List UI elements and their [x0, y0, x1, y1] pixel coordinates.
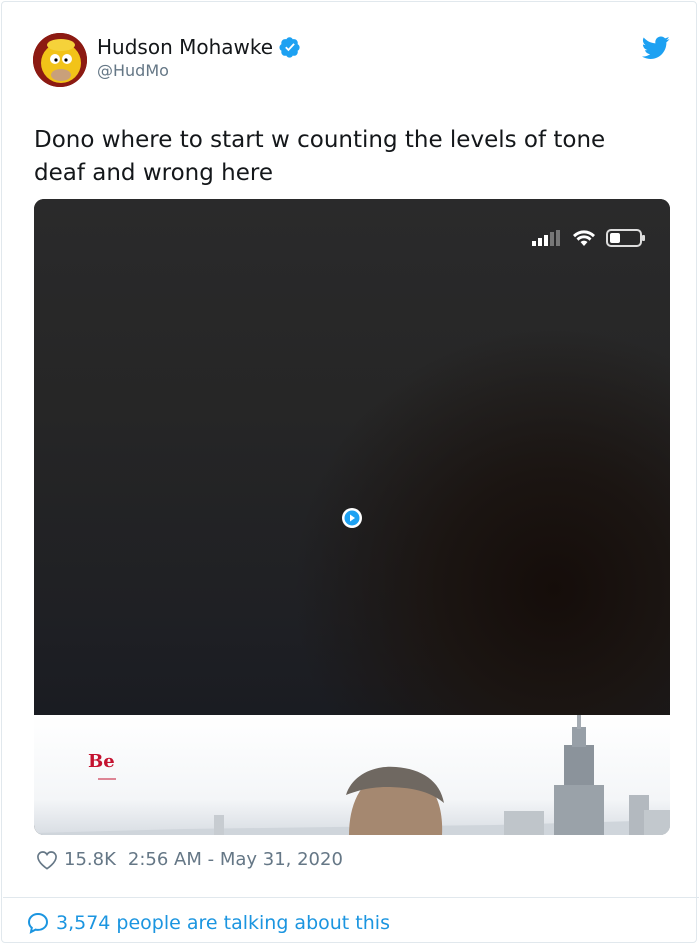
tweet-text: Dono where to start w counting the level…: [34, 127, 606, 186]
play-icon[interactable]: [341, 507, 363, 529]
tweet-card: Hudson Mohawke @HudMo Dono where to star…: [1, 1, 699, 943]
signal-icon: [532, 230, 560, 246]
avatar[interactable]: [33, 33, 87, 87]
wifi-icon: [573, 230, 595, 246]
speech-bubble-icon: [27, 912, 49, 934]
avatar-image: [33, 33, 87, 87]
twitter-bird-icon[interactable]: [642, 36, 670, 60]
heart-icon[interactable]: [36, 850, 58, 870]
tweet-timestamp[interactable]: 2:56 AM - May 31, 2020: [128, 848, 343, 872]
author-handle[interactable]: @HudMo: [97, 61, 169, 81]
video-media[interactable]: Be: [34, 199, 670, 835]
battery-icon: [606, 229, 645, 247]
conversation-text[interactable]: 3,574 people are talking about this: [56, 910, 390, 936]
author-name-row[interactable]: Hudson Mohawke: [97, 35, 301, 59]
author-name[interactable]: Hudson Mohawke: [97, 35, 273, 59]
phone-status-bar: [532, 229, 646, 247]
verified-badge-icon: [279, 37, 300, 58]
divider: [3, 897, 699, 898]
video-preview-strip: Be: [34, 715, 670, 835]
tweet-meta: 15.8K 2:56 AM - May 31, 2020: [36, 848, 343, 872]
video-frame[interactable]: [34, 199, 670, 715]
like-count[interactable]: 15.8K: [64, 848, 116, 872]
skyline-illustration: [34, 715, 670, 835]
conversation-link[interactable]: 3,574 people are talking about this: [26, 910, 390, 936]
